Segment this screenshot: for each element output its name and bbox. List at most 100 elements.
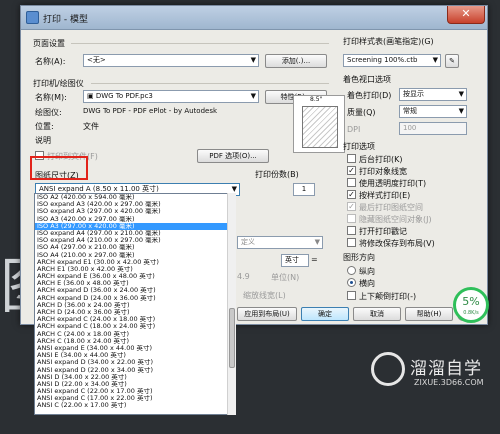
paper-size-option[interactable]: ARCH expand D (24.00 x 36.00 英寸) xyxy=(35,295,231,302)
paper-size-option[interactable]: ANSI expand E (34.00 x 44.00 英寸) xyxy=(35,345,231,352)
gauge-percent: 5% xyxy=(462,295,480,308)
upside-down-label: 上下颠倒打印(-) xyxy=(359,292,417,301)
paper-size-option[interactable]: ISO A4 (297.00 x 210.00 毫米) xyxy=(35,244,231,251)
cancel-button[interactable]: 取消 xyxy=(353,307,401,321)
paper-size-option[interactable]: ARCH C (24.00 x 18.00 英寸) xyxy=(35,331,231,338)
shade-plot-label: 着色打印(D) xyxy=(347,91,392,100)
dpi-input[interactable]: 100 xyxy=(399,122,467,135)
unit-combo[interactable]: 英寸 xyxy=(281,254,309,267)
shade-plot-combo[interactable]: 按显示 ▼ xyxy=(399,88,467,101)
paper-size-option[interactable]: ARCH C (18.00 x 24.00 英寸) xyxy=(35,338,231,345)
paper-size-option[interactable]: ISO A3 (420.00 x 297.00 毫米) xyxy=(35,216,231,223)
pdf-options-button[interactable]: PDF 选项(O)... xyxy=(197,149,269,163)
shade-plot-value: 按显示 xyxy=(403,90,424,98)
page-setup-group-label: 页面设置 xyxy=(33,39,65,48)
style-table-value: Screening 100%.ctb xyxy=(347,56,418,64)
plot-option-label: 后台打印(K) xyxy=(359,155,403,164)
close-button[interactable]: ✕ xyxy=(447,6,485,24)
portrait-label: 纵向 xyxy=(359,267,375,276)
style-table-combo[interactable]: Screening 100%.ctb ▼ xyxy=(343,54,441,67)
equals-sign: = xyxy=(311,255,318,264)
paper-size-option[interactable]: ISO expand A3 (420.00 x 297.00 毫米) xyxy=(35,201,231,208)
chevron-down-icon: ▼ xyxy=(458,107,464,115)
ok-button[interactable]: 确定 xyxy=(301,307,349,321)
plot-option-checkbox[interactable] xyxy=(347,238,356,247)
edit-style-button[interactable]: ✎ xyxy=(445,54,459,68)
plot-option-label: 打开打印戳记 xyxy=(359,227,407,236)
apply-to-layout-button[interactable]: 应用到布局(U) xyxy=(237,307,297,321)
paper-size-option[interactable]: ARCH D (36.00 x 24.00 英寸) xyxy=(35,302,231,309)
paper-size-option[interactable]: ANSI D (22.00 x 34.00 英寸) xyxy=(35,381,231,388)
paper-size-option[interactable]: ANSI D (34.00 x 22.00 英寸) xyxy=(35,374,231,381)
add-button[interactable]: 添加(.)... xyxy=(265,54,327,68)
paper-size-option[interactable]: ISO A2 (420.00 x 594.00 毫米) xyxy=(35,194,231,201)
paper-size-option[interactable]: ANSI expand C (17.00 x 22.00 英寸) xyxy=(35,395,231,402)
paper-size-option[interactable]: ANSI expand D (34.00 x 22.00 英寸) xyxy=(35,359,231,366)
dropdown-scrollbar[interactable] xyxy=(227,193,236,415)
description-label: 说明 xyxy=(35,136,51,145)
scrollbar-thumb[interactable] xyxy=(229,308,235,368)
paper-size-option[interactable]: ISO A4 (210.00 x 297.00 毫米) xyxy=(35,252,231,259)
landscape-radio[interactable] xyxy=(347,278,356,287)
paper-size-option[interactable]: ISO A3 (297.00 x 420.00 毫米) xyxy=(35,222,231,230)
orientation-group-label: 图形方向 xyxy=(343,253,375,262)
scale-value: 4.9 xyxy=(237,272,250,281)
printer-name-label: 名称(M): xyxy=(35,93,67,102)
plot-option-checkbox[interactable]: ✓ xyxy=(347,190,356,199)
paper-size-option[interactable]: ANSI expand D (22.00 x 34.00 英寸) xyxy=(35,367,231,374)
paper-size-option[interactable]: ARCH expand E1 (30.00 x 42.00 英寸) xyxy=(35,259,231,266)
paper-size-option[interactable]: ISO expand A4 (210.00 x 297.00 毫米) xyxy=(35,237,231,244)
preview-width-label: 8.5" xyxy=(310,96,323,103)
plot-option-label: 打印对象线宽 xyxy=(359,167,407,176)
plot-option-label: 隐藏图纸空间对象(J) xyxy=(359,215,432,224)
paper-size-option[interactable]: ISO expand A4 (297.00 x 210.00 毫米) xyxy=(35,230,231,237)
network-speed-gauge: 5% 0.8K/s xyxy=(453,287,489,323)
paper-size-option[interactable]: ANSI E (34.00 x 44.00 英寸) xyxy=(35,352,231,359)
paper-hatch xyxy=(302,106,338,148)
paper-size-option[interactable]: ANSI C (22.00 x 17.00 英寸) xyxy=(35,402,231,409)
portrait-radio[interactable] xyxy=(347,266,356,275)
watermark-title: 溜溜自学 xyxy=(410,359,482,379)
scale-unit-label: 单位(N) xyxy=(271,273,300,282)
paper-size-option[interactable]: ARCH expand C (18.00 x 24.00 英寸) xyxy=(35,323,231,330)
divider xyxy=(91,83,329,84)
upside-down-checkbox[interactable] xyxy=(347,291,356,300)
paper-size-option[interactable]: ARCH expand C (24.00 x 18.00 英寸) xyxy=(35,316,231,323)
chevron-down-icon: ▼ xyxy=(458,90,464,98)
paper-size-option[interactable]: ARCH D (24.00 x 36.00 英寸) xyxy=(35,309,231,316)
printer-app-icon xyxy=(26,11,39,24)
plot-option-checkbox[interactable] xyxy=(347,154,356,163)
viewport-group-label: 着色视口选项 xyxy=(343,75,391,84)
paper-size-option[interactable]: ARCH expand E (36.00 x 48.00 英寸) xyxy=(35,273,231,280)
paper-size-dropdown-list[interactable]: ISO A2 (420.00 x 594.00 毫米) ISO expand A3… xyxy=(34,193,232,415)
style-table-group-label: 打印样式表(画笔指定)(G) xyxy=(343,37,434,46)
paper-size-option[interactable]: ANSI expand C (22.00 x 17.00 英寸) xyxy=(35,388,231,395)
gauge-speed: 0.8K/s xyxy=(463,310,479,316)
annotation-highlight-box xyxy=(30,156,88,180)
copies-stepper[interactable]: 1 xyxy=(293,183,315,196)
printer-name-combo[interactable]: ▣ DWG To PDF.pc3 ▼ xyxy=(83,90,259,103)
plot-option-label: 使用透明度打印(T) xyxy=(359,179,427,188)
chevron-down-icon: ▼ xyxy=(314,238,320,246)
paper-size-value: ANSI expand A (8.50 x 11.00 英寸) xyxy=(39,185,159,193)
plot-option-checkbox[interactable]: ✓ xyxy=(347,166,356,175)
plot-area-combo[interactable]: 定义 ▼ xyxy=(237,236,323,249)
quality-combo[interactable]: 常规 ▼ xyxy=(399,105,467,118)
paper-size-option[interactable]: ARCH E (36.00 x 48.00 英寸) xyxy=(35,280,231,287)
page-setup-name-combo[interactable]: <无> ▼ xyxy=(83,54,259,67)
dpi-label: DPI xyxy=(347,125,361,134)
plot-option-checkbox[interactable] xyxy=(347,178,356,187)
plot-option-checkbox[interactable]: ✓ xyxy=(347,202,356,211)
paper-size-option[interactable]: ARCH E1 (30.00 x 42.00 英寸) xyxy=(35,266,231,273)
plot-options-group-label: 打印选项 xyxy=(343,142,375,151)
printer-group-label: 打印机/绘图仪 xyxy=(33,79,84,88)
watermark-subtitle: ZIXUE.3D66.COM xyxy=(414,378,484,387)
plot-area-value: 定义 xyxy=(241,238,255,246)
paper-size-option[interactable]: ARCH expand D (36.00 x 24.00 英寸) xyxy=(35,287,231,294)
plot-option-checkbox[interactable] xyxy=(347,226,356,235)
paper-size-option[interactable]: ISO expand A3 (297.00 x 420.00 毫米) xyxy=(35,208,231,215)
plot-option-label: 按样式打印(E) xyxy=(359,191,411,200)
location-value: 文件 xyxy=(83,122,99,131)
help-button[interactable]: 帮助(H) xyxy=(405,307,453,321)
plot-option-checkbox[interactable] xyxy=(347,214,356,223)
